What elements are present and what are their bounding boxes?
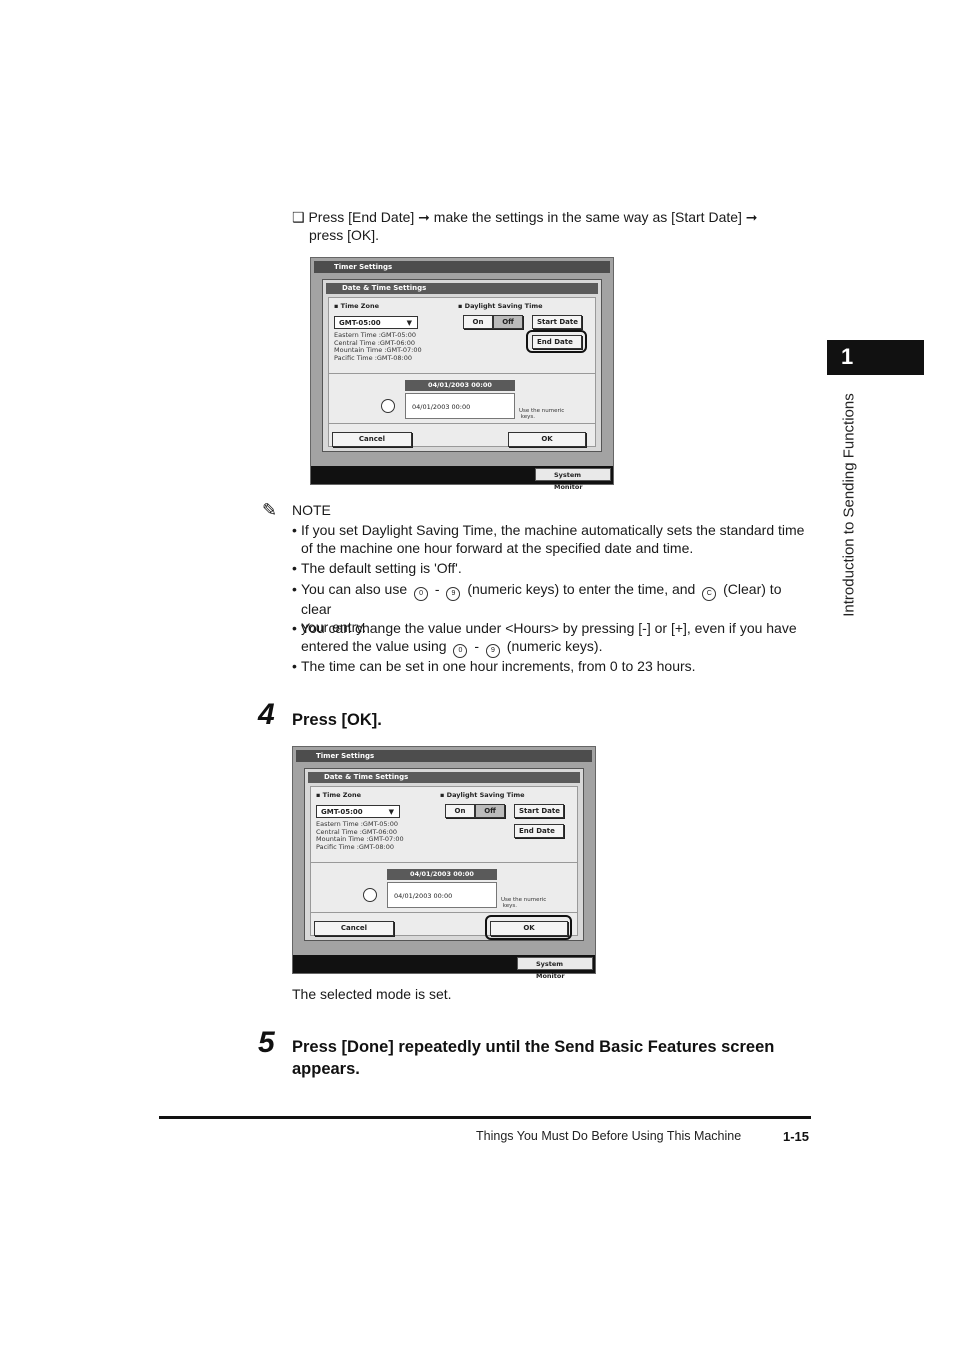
date-time-panel: Date & Time Settings ▪ Time Zone GMT-05:… (304, 768, 584, 941)
chapter-number: 1 (841, 344, 854, 369)
date-time-panel: Date & Time Settings ▪ Time Zone GMT-05:… (322, 279, 602, 452)
divider-2 (329, 423, 595, 424)
step-5-title-line-2: appears. (292, 1060, 360, 1078)
divider-2 (311, 912, 577, 913)
key-0-icon: 0 (453, 643, 468, 658)
ok-highlight (485, 915, 572, 940)
intro-line-1: ❑ Press [End Date] ➞ make the settings i… (292, 209, 758, 225)
page-number: 1-15 (783, 1129, 810, 1144)
screen-footer: System Monitor (311, 466, 613, 491)
divider (329, 373, 595, 374)
screen-footer: System Monitor (293, 955, 595, 980)
divider (311, 862, 577, 863)
date-time-title: Date & Time Settings (308, 772, 580, 783)
step-4-title: Press [OK]. (292, 711, 382, 729)
time-zone-list: Eastern Time :GMT-05:00 Central Time :GM… (316, 820, 404, 851)
footer-rule (159, 1116, 811, 1119)
chevron-down-icon: ▼ (388, 808, 394, 816)
date-bar: 04/01/2003 00:00 (387, 869, 497, 880)
pencil-icon: ✎ (262, 500, 278, 520)
note-item-2: • The default setting is 'Off'. (292, 560, 462, 576)
key-0-icon: 0 (414, 587, 429, 601)
step-5-number: 5 (258, 1026, 275, 1059)
clock-icon (363, 888, 377, 902)
dst-label: ▪ Daylight Saving Time (458, 302, 543, 310)
note-item-4: • You can change the value under <Hours> … (292, 620, 812, 658)
numeric-hint: Use the numeric keys. (519, 408, 565, 420)
system-monitor-button[interactable]: System Monitor (535, 468, 611, 491)
intro-line-2: press [OK]. (309, 227, 380, 243)
cancel-button[interactable]: Cancel (314, 921, 394, 936)
clock-icon (381, 399, 395, 413)
note-item-1: • If you set Daylight Saving Time, the ma… (292, 522, 805, 556)
end-date-button[interactable]: End Date (514, 824, 564, 838)
chapter-tab: 1 (827, 340, 924, 375)
step-4-number: 4 (258, 698, 275, 731)
time-zone-label: ▪ Time Zone (316, 791, 361, 799)
key-9-icon: 9 (446, 587, 461, 601)
dst-label: ▪ Daylight Saving Time (440, 791, 525, 799)
timer-settings-title: Timer Settings (296, 750, 592, 762)
settings-area: ▪ Time Zone GMT-05:00 ▼ Eastern Time :GMT… (328, 297, 596, 447)
date-bar: 04/01/2003 00:00 (405, 380, 515, 391)
time-zone-select[interactable]: GMT-05:00 ▼ (334, 316, 418, 329)
settings-area: ▪ Time Zone GMT-05:00 ▼ Eastern Time :GMT… (310, 786, 578, 940)
timer-settings-title: Timer Settings (314, 261, 610, 273)
ok-button[interactable]: OK (508, 432, 586, 447)
time-zone-label: ▪ Time Zone (334, 302, 379, 310)
dst-on-button[interactable]: On (445, 804, 475, 818)
start-date-button[interactable]: Start Date (514, 804, 564, 818)
step-4-result: The selected mode is set. (292, 986, 452, 1002)
screenshot-end-date: Timer Settings Date & Time Settings ▪ Ti… (310, 257, 614, 491)
date-input[interactable]: 04/01/2003 00:00 (405, 393, 515, 419)
numeric-hint: Use the numeric keys. (501, 897, 547, 909)
dst-on-button[interactable]: On (463, 315, 493, 329)
date-input[interactable]: 04/01/2003 00:00 (387, 882, 497, 908)
date-time-title: Date & Time Settings (326, 283, 598, 294)
chapter-title: Introduction to Sending Functions (840, 393, 858, 617)
start-date-button[interactable]: Start Date (532, 315, 582, 329)
time-zone-list: Eastern Time :GMT-05:00 Central Time :GM… (334, 331, 422, 362)
note-item-5: • The time can be set in one hour increme… (292, 658, 696, 674)
clear-key-icon: C (702, 587, 717, 601)
cancel-button[interactable]: Cancel (332, 432, 412, 447)
step-5-title-line-1: Press [Done] repeatedly until the Send B… (292, 1038, 775, 1056)
screenshot-ok: Timer Settings Date & Time Settings ▪ Ti… (292, 746, 596, 980)
system-monitor-button[interactable]: System Monitor (517, 957, 593, 980)
note-label: NOTE (292, 502, 331, 518)
footer-text: Things You Must Do Before Using This Mac… (476, 1129, 742, 1143)
time-zone-select[interactable]: GMT-05:00 ▼ (316, 805, 400, 818)
chevron-down-icon: ▼ (406, 319, 412, 327)
key-9-icon: 9 (485, 643, 500, 658)
dst-off-button[interactable]: Off (493, 315, 523, 329)
end-date-highlight (526, 330, 587, 353)
dst-off-button[interactable]: Off (475, 804, 505, 818)
